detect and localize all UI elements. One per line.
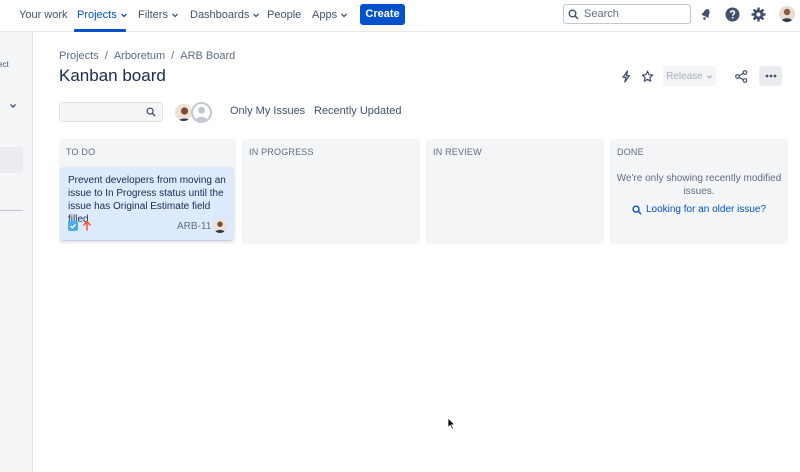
page-title: Kanban board <box>59 66 166 85</box>
nav-your-work[interactable]: Your work <box>19 0 68 30</box>
issue-summary: Prevent developers from moving an issue … <box>68 175 226 225</box>
search-icon <box>568 9 579 20</box>
column-title: IN PROGRESS <box>249 147 314 157</box>
create-button[interactable]: Create <box>360 4 405 25</box>
board-search-input[interactable] <box>64 105 144 119</box>
breadcrumb-arboretum[interactable]: Arboretum <box>114 50 165 62</box>
chevron-down-icon <box>706 74 712 79</box>
breadcrumb: Projects / Arboretum / ARB Board <box>59 50 235 62</box>
issue-card[interactable]: Prevent developers from moving an issue … <box>61 167 233 240</box>
top-navigation: Your work Projects Filters Dashboards Pe… <box>0 0 800 32</box>
notifications-icon[interactable] <box>698 6 714 22</box>
breadcrumb-separator: / <box>171 50 175 62</box>
release-button-label: Release <box>666 70 703 82</box>
project-sidebar: ect <box>0 32 33 472</box>
nav-your-work-label: Your work <box>19 9 68 21</box>
active-nav-indicator <box>74 29 126 32</box>
assignee-avatar <box>213 219 227 233</box>
issue-key[interactable]: ARB-11 <box>177 221 211 232</box>
help-icon[interactable] <box>724 6 740 22</box>
more-actions-button[interactable] <box>759 66 782 86</box>
nav-filters-label: Filters <box>138 9 168 21</box>
only-my-issues-filter[interactable]: Only My Issues <box>230 105 305 117</box>
column-title: TO DO <box>66 147 96 157</box>
settings-icon[interactable] <box>750 6 766 22</box>
sidebar-divider <box>0 210 23 211</box>
nav-people[interactable]: People <box>267 0 301 30</box>
nav-projects[interactable]: Projects <box>77 0 128 30</box>
recently-updated-filter[interactable]: Recently Updated <box>314 105 401 117</box>
more-icon <box>765 74 776 78</box>
chevron-down-icon <box>341 13 348 18</box>
column-in-progress: IN PROGRESS <box>242 139 420 244</box>
unassigned-avatar-filter[interactable] <box>191 102 212 123</box>
search-icon <box>632 204 642 215</box>
chevron-down-icon <box>120 13 127 18</box>
nav-apps-label: Apps <box>312 9 338 21</box>
share-icon[interactable] <box>733 68 749 84</box>
column-title: IN REVIEW <box>433 147 482 157</box>
nav-filters[interactable]: Filters <box>138 0 179 30</box>
release-button[interactable]: Release <box>663 66 716 86</box>
column-done: DONE We're only showing recently modifie… <box>610 139 788 244</box>
chevron-down-icon[interactable] <box>9 102 17 110</box>
older-issue-link[interactable]: Looking for an older issue? <box>610 204 788 215</box>
board-search[interactable] <box>59 102 163 122</box>
column-in-review: IN REVIEW <box>426 139 604 244</box>
priority-high-icon <box>83 220 91 231</box>
automation-icon[interactable] <box>618 68 634 84</box>
mouse-cursor-icon <box>447 417 456 430</box>
nav-dashboards-label: Dashboards <box>190 9 250 21</box>
nav-dashboards[interactable]: Dashboards <box>190 0 260 30</box>
nav-apps[interactable]: Apps <box>312 0 348 30</box>
nav-projects-label: Projects <box>77 9 117 21</box>
chevron-down-icon <box>253 13 260 18</box>
star-icon[interactable] <box>639 68 655 84</box>
nav-people-label: People <box>267 9 302 21</box>
done-column-message: We're only showing recently modified iss… <box>616 173 782 197</box>
task-icon <box>68 221 78 231</box>
older-issue-link-label: Looking for an older issue? <box>645 204 767 215</box>
global-search-input[interactable] <box>584 8 684 20</box>
sidebar-project-text: ect <box>0 60 9 69</box>
sidebar-selected-item[interactable] <box>0 147 23 173</box>
chevron-down-icon <box>171 13 178 18</box>
profile-avatar[interactable] <box>779 6 795 22</box>
breadcrumb-separator: / <box>104 50 108 62</box>
breadcrumb-arb-board[interactable]: ARB Board <box>180 50 235 62</box>
global-search[interactable] <box>563 4 691 24</box>
search-icon <box>146 107 156 117</box>
column-title: DONE <box>617 147 644 157</box>
breadcrumb-projects[interactable]: Projects <box>59 50 99 62</box>
